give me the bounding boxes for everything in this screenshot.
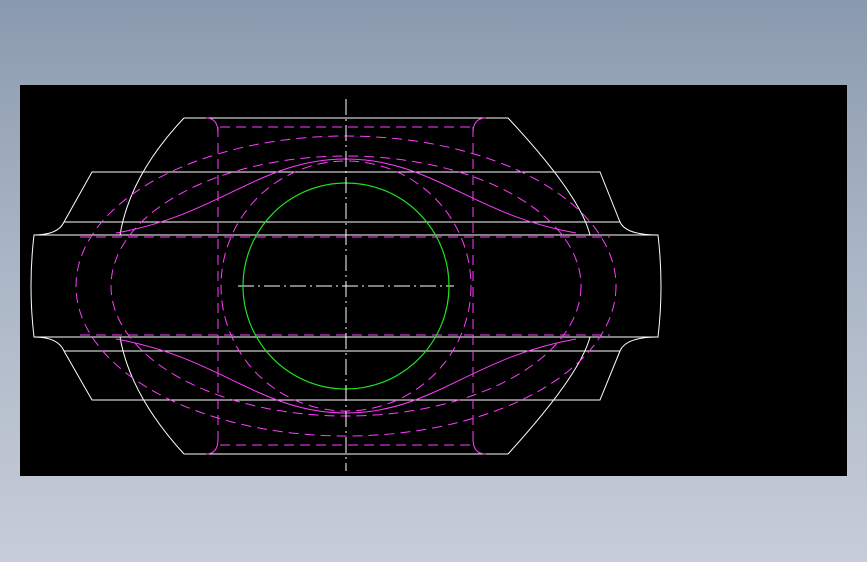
lower-flange-outline: [63, 350, 621, 401]
hidden-fillet-bottom-right: [472, 438, 487, 455]
barrel-top-edge: [184, 117, 591, 236]
barrel-bottom-edge: [184, 336, 591, 455]
hidden-fillet-bottom-left: [205, 438, 219, 455]
lower-saddle-curve: [115, 338, 577, 414]
hidden-fillet-top-left: [205, 117, 219, 134]
shaft-left-fillet-bottom: [33, 336, 65, 352]
shaft-left-fillet-top: [33, 221, 65, 236]
hidden-fillet-top-right: [472, 117, 487, 134]
shaft-right-fillet-top: [619, 221, 659, 236]
cad-drawing: [30, 99, 662, 471]
cad-viewport[interactable]: [20, 85, 847, 476]
shaft-right-fillet-bottom: [619, 336, 659, 352]
